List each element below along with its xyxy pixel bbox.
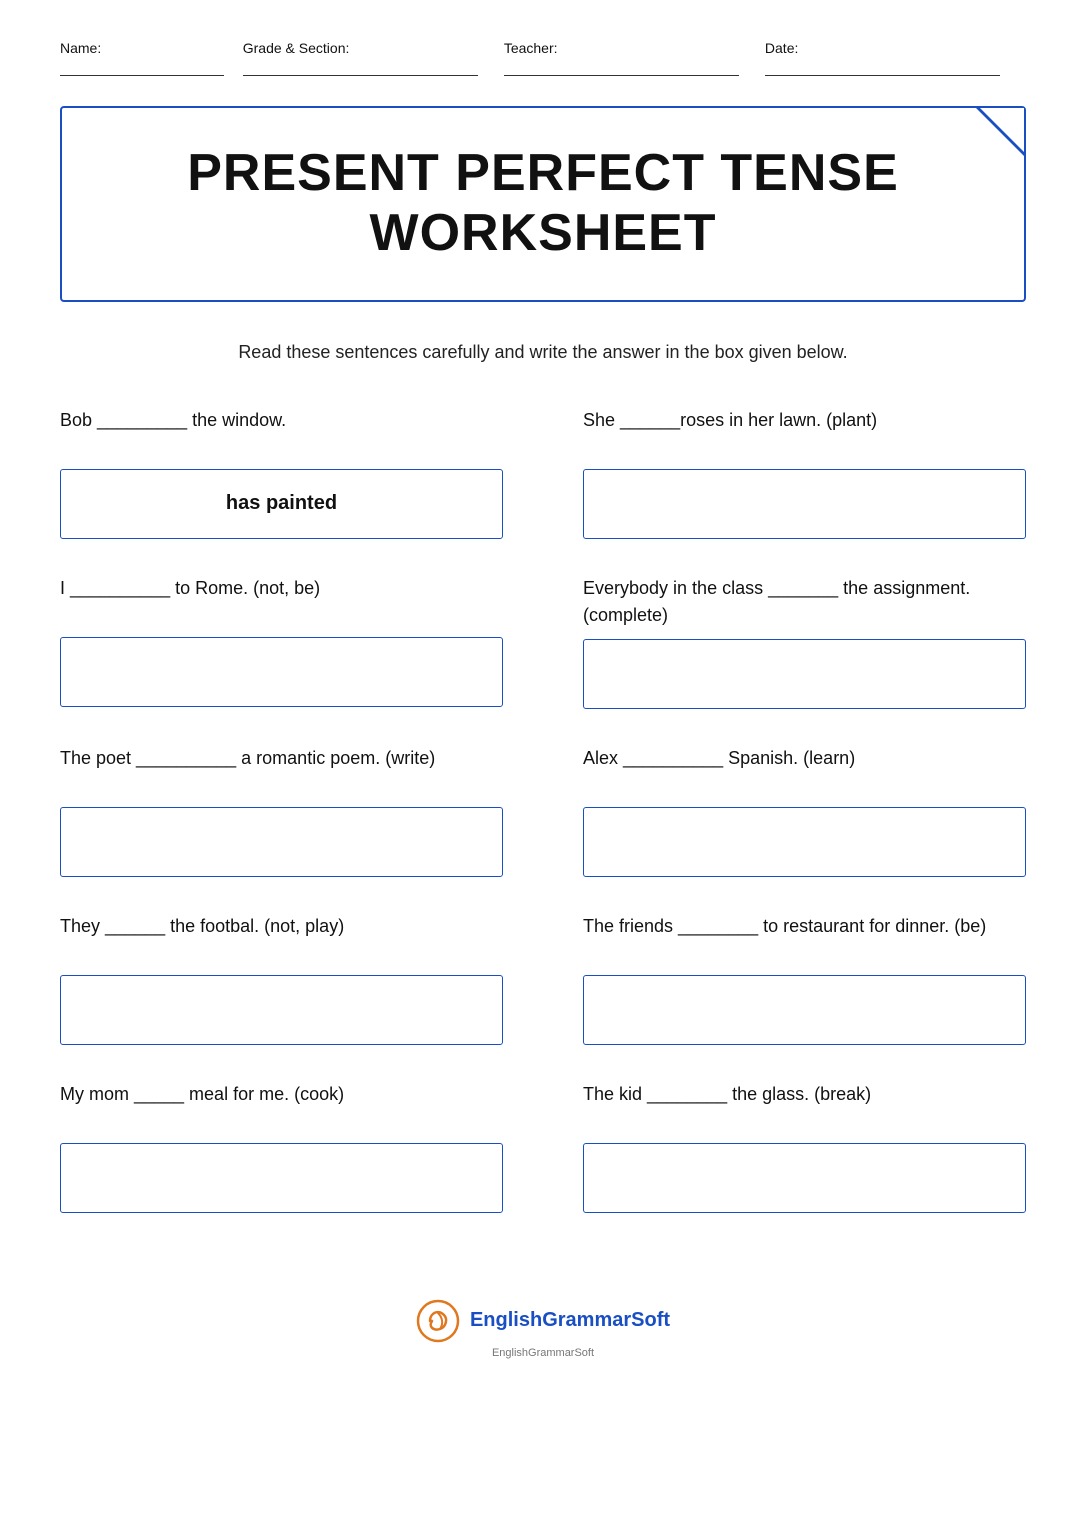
- footer-logo: EnglishGrammarSoft: [416, 1299, 670, 1343]
- name-field: Name:: [60, 40, 243, 76]
- question-text-5: The poet __________ a romantic poem. (wr…: [60, 745, 503, 797]
- question-block-6: Alex __________ Spanish. (learn): [583, 745, 1026, 877]
- answer-box-7[interactable]: [60, 975, 503, 1045]
- date-underline: [765, 58, 1000, 76]
- answer-box-8[interactable]: [583, 975, 1026, 1045]
- footer-sub: EnglishGrammarSoft: [492, 1347, 594, 1359]
- question-text-2: She ______roses in her lawn. (plant): [583, 407, 1026, 459]
- question-block-3: I __________ to Rome. (not, be): [60, 575, 503, 709]
- grade-underline: [243, 58, 478, 76]
- answer-box-2[interactable]: [583, 469, 1026, 539]
- question-text-7: They ______ the footbal. (not, play): [60, 913, 503, 965]
- instruction-text: Read these sentences carefully and write…: [60, 342, 1026, 363]
- answer-box-5[interactable]: [60, 807, 503, 877]
- questions-grid: Bob _________ the window. has painted She …: [60, 407, 1026, 1249]
- footer: EnglishGrammarSoft EnglishGrammarSoft: [60, 1299, 1026, 1359]
- date-label: Date:: [765, 40, 1026, 56]
- answer-box-6[interactable]: [583, 807, 1026, 877]
- answer-box-10[interactable]: [583, 1143, 1026, 1213]
- teacher-underline: [504, 58, 739, 76]
- title-line2: WORKSHEET: [370, 204, 717, 262]
- brand-name: EnglishGrammarSoft: [470, 1309, 670, 1332]
- question-block-8: The friends ________ to restaurant for d…: [583, 913, 1026, 1045]
- question-block-5: The poet __________ a romantic poem. (wr…: [60, 745, 503, 877]
- question-text-9: My mom _____ meal for me. (cook): [60, 1081, 503, 1133]
- date-field: Date:: [765, 40, 1026, 76]
- question-text-6: Alex __________ Spanish. (learn): [583, 745, 1026, 797]
- question-block-4: Everybody in the class _______ the assig…: [583, 575, 1026, 709]
- name-underline: [60, 58, 224, 76]
- title-line1: PRESENT PERFECT TENSE: [187, 144, 899, 202]
- question-text-4: Everybody in the class _______ the assig…: [583, 575, 1026, 629]
- grade-field: Grade & Section:: [243, 40, 504, 76]
- name-label: Name:: [60, 40, 243, 56]
- question-block-7: They ______ the footbal. (not, play): [60, 913, 503, 1045]
- question-block-2: She ______roses in her lawn. (plant): [583, 407, 1026, 539]
- answer-box-3[interactable]: [60, 637, 503, 707]
- answer-box-9[interactable]: [60, 1143, 503, 1213]
- question-text-10: The kid ________ the glass. (break): [583, 1081, 1026, 1133]
- teacher-label: Teacher:: [504, 40, 765, 56]
- brand-icon: [416, 1299, 460, 1343]
- question-text-1: Bob _________ the window.: [60, 407, 503, 459]
- header-row: Name: Grade & Section: Teacher: Date:: [60, 40, 1026, 76]
- question-text-3: I __________ to Rome. (not, be): [60, 575, 503, 627]
- grade-label: Grade & Section:: [243, 40, 504, 56]
- question-block-1: Bob _________ the window. has painted: [60, 407, 503, 539]
- question-block-9: My mom _____ meal for me. (cook): [60, 1081, 503, 1213]
- worksheet-title: PRESENT PERFECT TENSE WORKSHEET: [102, 144, 984, 264]
- title-box: PRESENT PERFECT TENSE WORKSHEET: [60, 106, 1026, 302]
- question-block-10: The kid ________ the glass. (break): [583, 1081, 1026, 1213]
- question-text-8: The friends ________ to restaurant for d…: [583, 913, 1026, 965]
- teacher-field: Teacher:: [504, 40, 765, 76]
- answer-box-1[interactable]: has painted: [60, 469, 503, 539]
- answer-box-4[interactable]: [583, 639, 1026, 709]
